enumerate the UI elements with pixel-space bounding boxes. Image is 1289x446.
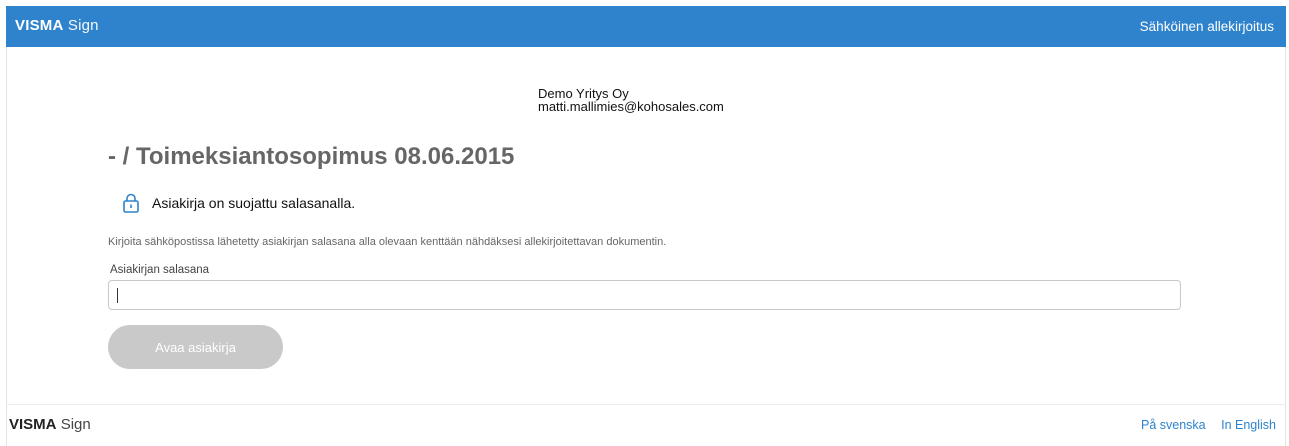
password-instructions: Kirjoita sähköpostissa lähetetty asiakir… [108, 236, 667, 248]
page-frame [6, 6, 1286, 446]
protection-notice-text: Asiakirja on suojattu salasanalla. [152, 195, 356, 211]
password-input[interactable] [108, 280, 1181, 310]
sender-email: matti.mallimies@kohosales.com [538, 99, 724, 114]
lock-icon [122, 193, 140, 213]
logo-light: Sign [67, 17, 99, 34]
top-bar: VISMA Sign Sähköinen allekirjoitus [6, 6, 1286, 47]
footer-logo-light: Sign [60, 416, 91, 433]
sender-info: Demo Yritys Oy matti.mallimies@kohosales… [538, 87, 724, 113]
footer-divider [6, 404, 1286, 405]
visma-sign-logo[interactable]: VISMA Sign [15, 17, 99, 34]
open-document-button[interactable]: Avaa asiakirja [108, 325, 283, 369]
password-label: Asiakirjan salasana [110, 264, 210, 276]
logo-bold: VISMA [15, 17, 64, 34]
language-links: På svenska In English [1129, 418, 1276, 432]
service-title: Sähköinen allekirjoitus [1139, 19, 1274, 34]
lang-swedish-link[interactable]: På svenska [1141, 418, 1206, 432]
protection-notice: Asiakirja on suojattu salasanalla. [122, 193, 355, 213]
document-title: - / Toimeksiantosopimus 08.06.2015 [108, 143, 515, 170]
text-caret [117, 288, 118, 303]
footer-logo: VISMA Sign [9, 416, 91, 433]
lang-english-link[interactable]: In English [1221, 418, 1276, 432]
footer-logo-bold: VISMA [9, 416, 57, 433]
